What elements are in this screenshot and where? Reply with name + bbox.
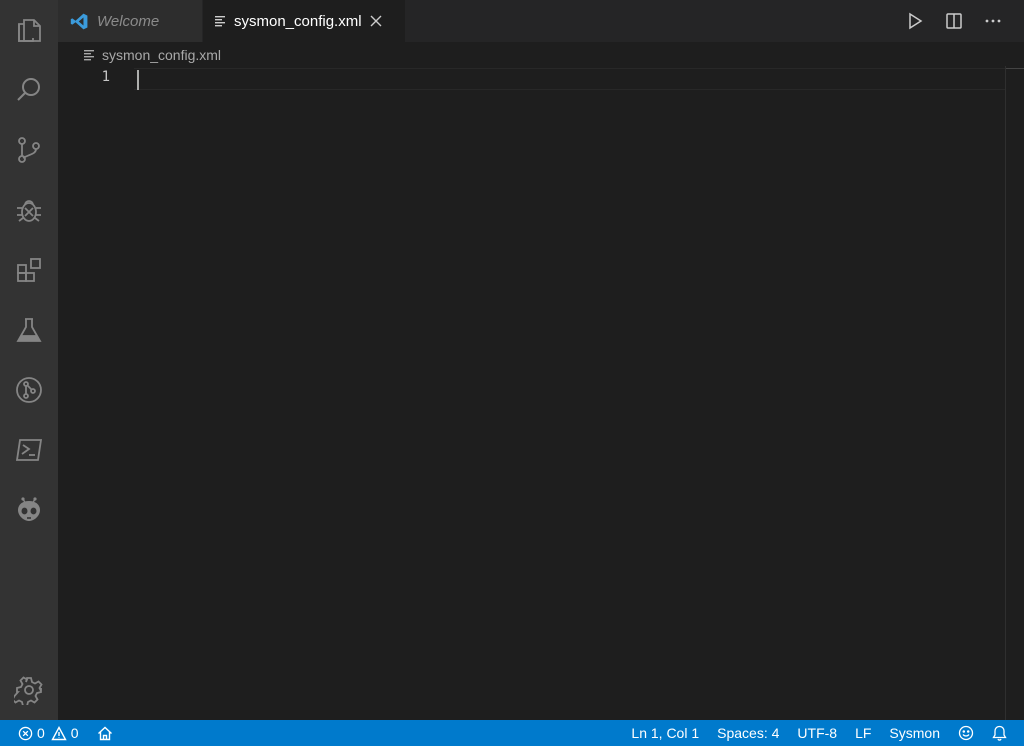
breadcrumb-file[interactable]: sysmon_config.xml bbox=[102, 47, 221, 63]
tab-bar: Welcome sysmon_config.xml bbox=[58, 0, 1024, 42]
extensions-icon bbox=[17, 258, 41, 282]
manage-button[interactable] bbox=[0, 660, 58, 720]
eol-status[interactable]: LF bbox=[846, 720, 880, 746]
play-icon bbox=[908, 12, 922, 30]
platformio-icon bbox=[18, 497, 40, 521]
tab-label: Welcome bbox=[97, 12, 160, 30]
files-icon bbox=[18, 19, 41, 42]
tab-label: sysmon_config.xml bbox=[234, 12, 362, 30]
testing-button[interactable] bbox=[0, 300, 58, 360]
error-count: 0 bbox=[37, 725, 45, 741]
run-debug-button[interactable] bbox=[0, 180, 58, 240]
more-icon bbox=[985, 19, 1000, 23]
split-editor-button[interactable] bbox=[934, 0, 973, 42]
notifications-button[interactable] bbox=[983, 720, 1016, 746]
split-editor-icon bbox=[945, 13, 962, 29]
indentation-status[interactable]: Spaces: 4 bbox=[708, 720, 788, 746]
vertical-scrollbar[interactable] bbox=[1005, 66, 1024, 720]
feedback-button[interactable] bbox=[949, 720, 983, 746]
smiley-icon bbox=[958, 725, 974, 741]
scrollbar-marker bbox=[1006, 68, 1024, 69]
testing-icon bbox=[16, 318, 42, 342]
tab-sysmon-config[interactable]: sysmon_config.xml bbox=[203, 0, 406, 42]
encoding-status[interactable]: UTF-8 bbox=[788, 720, 846, 746]
close-tab-button[interactable] bbox=[370, 15, 382, 27]
problems-indicator[interactable]: 0 0 bbox=[0, 720, 88, 746]
powershell-icon bbox=[15, 439, 43, 461]
debug-icon bbox=[17, 200, 41, 222]
source-control-button[interactable] bbox=[0, 120, 58, 180]
more-actions-button[interactable] bbox=[973, 0, 1012, 42]
warning-icon bbox=[51, 725, 67, 740]
file-lines-icon bbox=[84, 49, 95, 61]
vscode-logo-icon bbox=[70, 12, 89, 31]
current-line-highlight bbox=[134, 68, 1006, 90]
source-control-icon bbox=[18, 137, 40, 163]
explorer-button[interactable] bbox=[0, 0, 58, 60]
home-icon bbox=[97, 726, 112, 740]
run-button[interactable] bbox=[895, 0, 934, 42]
breadcrumb[interactable]: sysmon_config.xml bbox=[84, 44, 221, 66]
bell-icon bbox=[992, 725, 1007, 741]
tab-welcome[interactable]: Welcome bbox=[58, 0, 203, 42]
error-icon bbox=[18, 726, 33, 740]
language-mode[interactable]: Sysmon bbox=[880, 720, 949, 746]
home-button[interactable] bbox=[88, 720, 122, 746]
line-number: 1 bbox=[101, 69, 110, 85]
settings-gear-icon bbox=[14, 676, 43, 705]
platformio-button[interactable] bbox=[0, 480, 58, 540]
warning-count: 0 bbox=[70, 725, 79, 741]
git-graph-icon bbox=[16, 377, 42, 403]
activity-bar bbox=[0, 0, 58, 720]
extensions-button[interactable] bbox=[0, 240, 58, 300]
status-bar: 0 0 Ln 1, Col 1 Spaces: 4 UTF-8 LF Sysmo… bbox=[0, 720, 1024, 746]
search-button[interactable] bbox=[0, 60, 58, 120]
git-graph-button[interactable] bbox=[0, 360, 58, 420]
file-lines-icon bbox=[215, 15, 226, 27]
editor-actions bbox=[895, 0, 1024, 42]
close-icon bbox=[370, 15, 382, 27]
powershell-button[interactable] bbox=[0, 420, 58, 480]
cursor-position[interactable]: Ln 1, Col 1 bbox=[622, 720, 708, 746]
editor-area[interactable]: 1 bbox=[58, 66, 1024, 720]
search-icon bbox=[17, 78, 40, 101]
text-cursor bbox=[137, 70, 139, 90]
